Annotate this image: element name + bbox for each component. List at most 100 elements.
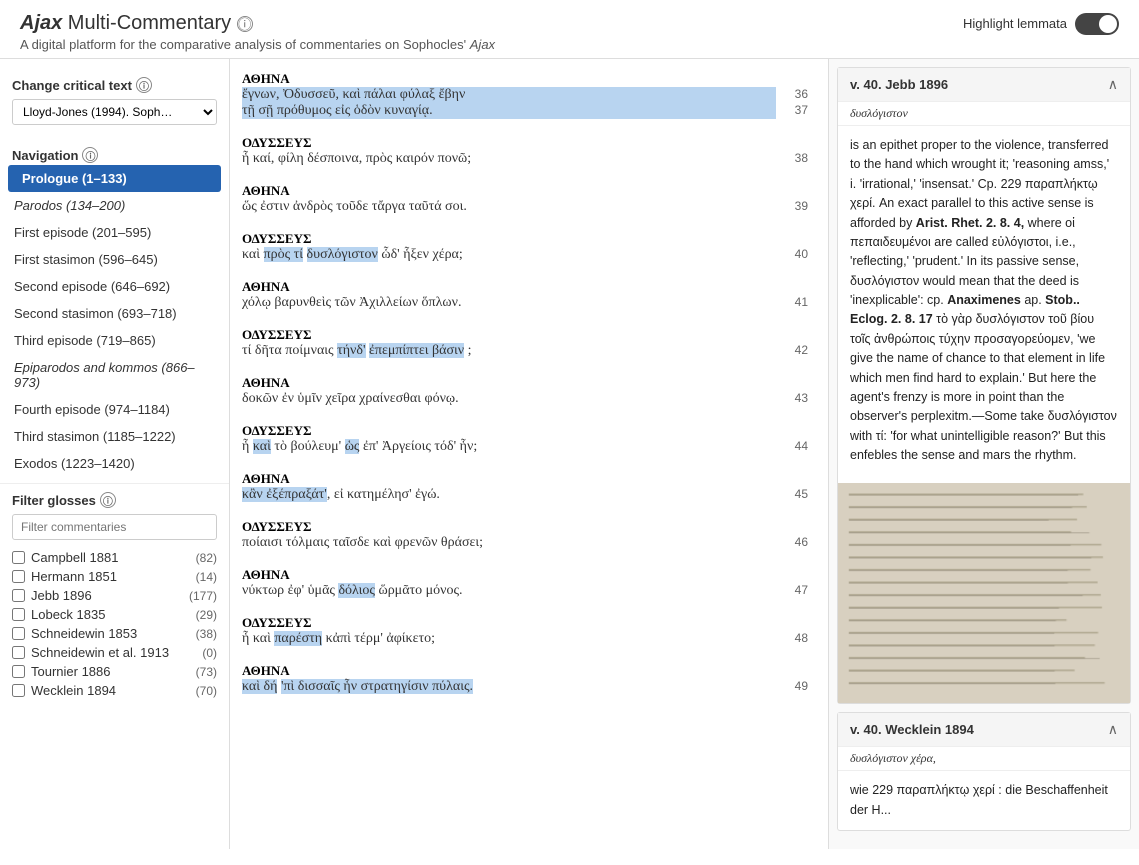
app-subtitle: A digital platform for the comparative a… xyxy=(20,37,1119,52)
nav-item-1[interactable]: Parodos (134–200) xyxy=(0,192,229,219)
commentary-checkbox-list: Campbell 1881 (82) Hermann 1851 (14) Jeb… xyxy=(12,548,217,700)
line-number-11-0: 48 xyxy=(776,631,816,645)
line-text-1-0: ἦ καί, φίλη δέσποινα, πρὸς καιρόν πονῶ; xyxy=(242,151,776,167)
line-row-0-0[interactable]: ἔγνων, Ὀδυσσεῦ, καὶ πάλαι φύλαξ ἔβην36 xyxy=(242,87,816,103)
nav-item-6[interactable]: Third episode (719–865) xyxy=(0,327,229,354)
filter-info-icon[interactable]: ⓘ xyxy=(100,492,116,508)
line-number-1-0: 38 xyxy=(776,151,816,165)
line-row-5-0[interactable]: τί δῆτα ποίμναις τήνδ' ἐπεμπίπτει βάσιν … xyxy=(242,343,816,359)
line-number-0-1: 37 xyxy=(776,103,816,117)
speaker-0: ΑΘΗΝΑ xyxy=(242,71,816,87)
checkbox-item-7: Wecklein 1894 (70) xyxy=(12,681,217,700)
nav-item-9[interactable]: Third stasimon (1185–1222) xyxy=(0,423,229,450)
speaker-12: ΑΘΗΝΑ xyxy=(242,663,816,679)
checkbox-count-1: (14) xyxy=(196,570,217,584)
commentary-panel: v. 40. Jebb 1896 ∧ δυσλόγιστονis an epit… xyxy=(829,59,1139,849)
checkbox-0[interactable] xyxy=(12,551,25,564)
nav-item-10[interactable]: Exodos (1223–1420) xyxy=(0,450,229,477)
filter-input[interactable] xyxy=(12,514,217,540)
app-title: Ajax Multi-Commentary ⓘ xyxy=(20,12,253,35)
toggle-knob xyxy=(1099,15,1117,33)
nav-item-0[interactable]: Prologue (1–133) xyxy=(8,165,221,192)
text-block-5: ΟΔΥΣΣΕΥΣτί δῆτα ποίμναις τήνδ' ἐπεμπίπτε… xyxy=(230,315,828,363)
commentary-image-0 xyxy=(838,483,1130,703)
nav-item-7[interactable]: Epiparodos and kommos (866–973) xyxy=(0,354,229,396)
line-row-11-0[interactable]: ἦ καὶ παρέστη κἀπὶ τέρμ' ἀφίκετο;48 xyxy=(242,631,816,647)
line-text-11-0: ἦ καὶ παρέστη κἀπὶ τέρμ' ἀφίκετο; xyxy=(242,631,776,647)
line-row-7-0[interactable]: ἦ καὶ τὸ βούλευμ' ὡς ἐπ' Ἀργείοις τόδ' ἦ… xyxy=(242,439,816,455)
line-number-6-0: 43 xyxy=(776,391,816,405)
line-number-10-0: 47 xyxy=(776,583,816,597)
speaker-5: ΟΔΥΣΣΕΥΣ xyxy=(242,327,816,343)
filter-title: Filter glosses ⓘ xyxy=(12,492,217,508)
line-row-4-0[interactable]: χόλῳ βαρυνθεὶς τῶν Ἀχιλλείων ὅπλων.41 xyxy=(242,295,816,311)
commentary-title-0: v. 40. Jebb 1896 xyxy=(850,77,948,92)
checkbox-item-2: Jebb 1896 (177) xyxy=(12,586,217,605)
critical-text-info-icon[interactable]: ⓘ xyxy=(136,77,152,93)
line-row-1-0[interactable]: ἦ καί, φίλη δέσποινα, πρὸς καιρόν πονῶ;3… xyxy=(242,151,816,167)
checkbox-1[interactable] xyxy=(12,570,25,583)
checkbox-label-7: Wecklein 1894 xyxy=(31,683,116,698)
nav-item-2[interactable]: First episode (201–595) xyxy=(0,219,229,246)
speaker-7: ΟΔΥΣΣΕΥΣ xyxy=(242,423,816,439)
line-row-9-0[interactable]: ποίαισι τόλμαις ταῖσδε καὶ φρενῶν θράσει… xyxy=(242,535,816,551)
text-lines-container: ΑΘΗΝΑἔγνων, Ὀδυσσεῦ, καὶ πάλαι φύλαξ ἔβη… xyxy=(230,59,828,699)
navigation-title: Navigation ⓘ xyxy=(12,147,217,163)
line-text-4-0: χόλῳ βαρυνθεὶς τῶν Ἀχιλλείων ὅπλων. xyxy=(242,295,776,311)
text-block-2: ΑΘΗΝΑὥς ἐστιν ἀνδρὸς τοῦδε τἄργα ταῦτά σ… xyxy=(230,171,828,219)
line-text-7-0: ἦ καὶ τὸ βούλευμ' ὡς ἐπ' Ἀργείοις τόδ' ἦ… xyxy=(242,439,776,455)
commentary-header-1[interactable]: v. 40. Wecklein 1894 ∧ xyxy=(838,713,1130,747)
header-info-icon[interactable]: ⓘ xyxy=(237,16,253,32)
commentary-header-0[interactable]: v. 40. Jebb 1896 ∧ xyxy=(838,68,1130,102)
line-row-10-0[interactable]: νύκτωρ ἐφ' ὑμᾶς δόλιος ὥρμᾶτο μόνος.47 xyxy=(242,583,816,599)
nav-item-4[interactable]: Second episode (646–692) xyxy=(0,273,229,300)
checkbox-2[interactable] xyxy=(12,589,25,602)
checkbox-3[interactable] xyxy=(12,608,25,621)
speaker-10: ΑΘΗΝΑ xyxy=(242,567,816,583)
navigation-info-icon[interactable]: ⓘ xyxy=(82,147,98,163)
speaker-1: ΟΔΥΣΣΕΥΣ xyxy=(242,135,816,151)
checkbox-count-2: (177) xyxy=(189,589,217,603)
line-number-5-0: 42 xyxy=(776,343,816,357)
checkbox-6[interactable] xyxy=(12,665,25,678)
line-row-6-0[interactable]: δοκῶν ἐν ὑμῖν χεῖρα χραίνεσθαι φόνῳ.43 xyxy=(242,391,816,407)
checkbox-label-1: Hermann 1851 xyxy=(31,569,117,584)
line-row-8-0[interactable]: κἂν ἐξέπραξάτ', εἰ κατημέλησ' ἐγώ.45 xyxy=(242,487,816,503)
line-row-3-0[interactable]: καὶ πρὸς τί δυσλόγιστον ὧδ' ἧξεν χέρα;40 xyxy=(242,247,816,263)
text-block-8: ΑΘΗΝΑκἂν ἐξέπραξάτ', εἰ κατημέλησ' ἐγώ.4… xyxy=(230,459,828,507)
highlight-toggle[interactable] xyxy=(1075,13,1119,35)
line-number-9-0: 46 xyxy=(776,535,816,549)
nav-item-5[interactable]: Second stasimon (693–718) xyxy=(0,300,229,327)
checkbox-label-4: Schneidewin 1853 xyxy=(31,626,137,641)
nav-items-container: Prologue (1–133)Parodos (134–200)First e… xyxy=(0,165,229,477)
speaker-4: ΑΘΗΝΑ xyxy=(242,279,816,295)
sidebar: Change critical text ⓘ Lloyd-Jones (1994… xyxy=(0,59,230,849)
critical-text-dropdown[interactable]: Lloyd-Jones (1994). Soph… xyxy=(12,99,217,125)
nav-item-3[interactable]: First stasimon (596–645) xyxy=(0,246,229,273)
text-panel: ΑΘΗΝΑἔγνων, Ὀδυσσεῦ, καὶ πάλαι φύλαξ ἔβη… xyxy=(230,59,829,849)
checkbox-label-3: Lobeck 1835 xyxy=(31,607,105,622)
checkbox-label-5: Schneidewin et al. 1913 xyxy=(31,645,169,660)
checkbox-item-0: Campbell 1881 (82) xyxy=(12,548,217,567)
line-row-12-0[interactable]: καὶ δή 'πὶ δισσαῖς ἦν στρατηγίσιν πύλαις… xyxy=(242,679,816,695)
line-number-2-0: 39 xyxy=(776,199,816,213)
checkbox-count-4: (38) xyxy=(196,627,217,641)
text-block-1: ΟΔΥΣΣΕΥΣἦ καί, φίλη δέσποινα, πρὸς καιρό… xyxy=(230,123,828,171)
line-row-2-0[interactable]: ὥς ἐστιν ἀνδρὸς τοῦδε τἄργα ταῦτά σοι.39 xyxy=(242,199,816,215)
commentary-card-1: v. 40. Wecklein 1894 ∧ δυσλόγιστον χέρα,… xyxy=(837,712,1131,831)
line-text-6-0: δοκῶν ἐν ὑμῖν χεῖρα χραίνεσθαι φόνῳ. xyxy=(242,391,776,407)
checkbox-item-3: Lobeck 1835 (29) xyxy=(12,605,217,624)
checkbox-item-1: Hermann 1851 (14) xyxy=(12,567,217,586)
speaker-3: ΟΔΥΣΣΕΥΣ xyxy=(242,231,816,247)
nav-item-8[interactable]: Fourth episode (974–1184) xyxy=(0,396,229,423)
checkbox-4[interactable] xyxy=(12,627,25,640)
checkbox-5[interactable] xyxy=(12,646,25,659)
checkbox-label-6: Tournier 1886 xyxy=(31,664,111,679)
line-number-12-0: 49 xyxy=(776,679,816,693)
commentary-chevron-1: ∧ xyxy=(1108,721,1118,738)
checkbox-7[interactable] xyxy=(12,684,25,697)
checkbox-count-7: (70) xyxy=(196,684,217,698)
line-number-0-0: 36 xyxy=(776,87,816,101)
line-row-0-1[interactable]: τῇ σῇ πρόθυμος εἰς ὁδὸν κυναγίᾳ.37 xyxy=(242,103,816,119)
line-text-0-1: τῇ σῇ πρόθυμος εἰς ὁδὸν κυναγίᾳ. xyxy=(242,103,776,119)
